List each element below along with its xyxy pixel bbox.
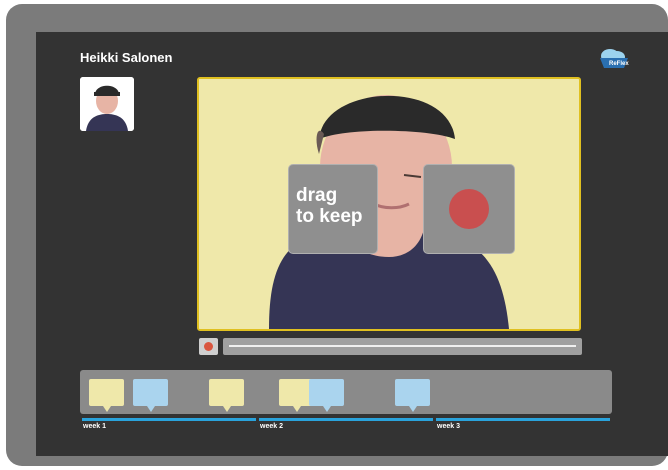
logo-text: ReFlex	[609, 61, 629, 67]
progress-bar[interactable]	[223, 338, 582, 355]
timeline-note[interactable]	[395, 379, 430, 412]
record-card[interactable]	[423, 164, 515, 254]
tablet-frame: Heikki Salonen ReFlex drag to keep week …	[6, 4, 668, 466]
week-label: week 3	[437, 423, 460, 430]
cloud-logo-icon	[600, 49, 628, 68]
week-label: week 2	[260, 423, 283, 430]
video-portrait	[199, 79, 579, 329]
avatar[interactable]	[80, 77, 134, 131]
drag-card-label: drag to keep	[296, 185, 363, 227]
avatar-portrait	[80, 77, 134, 131]
week-label: week 1	[83, 423, 106, 430]
video-frame[interactable]	[197, 77, 581, 331]
timeline-note[interactable]	[89, 379, 124, 412]
timeline-note[interactable]	[309, 379, 344, 412]
week-bar[interactable]	[436, 418, 610, 421]
week-bar[interactable]	[259, 418, 433, 421]
progress-track	[229, 345, 576, 347]
user-name: Heikki Salonen	[80, 50, 173, 65]
app-screen: Heikki Salonen ReFlex drag to keep week …	[36, 32, 668, 456]
timeline	[80, 370, 612, 414]
timeline-note[interactable]	[209, 379, 244, 412]
record-icon	[204, 342, 213, 351]
timeline-note[interactable]	[133, 379, 168, 412]
record-icon	[449, 189, 489, 229]
week-bar[interactable]	[82, 418, 256, 421]
drag-to-keep-card[interactable]: drag to keep	[288, 164, 378, 254]
record-button[interactable]	[199, 338, 218, 355]
